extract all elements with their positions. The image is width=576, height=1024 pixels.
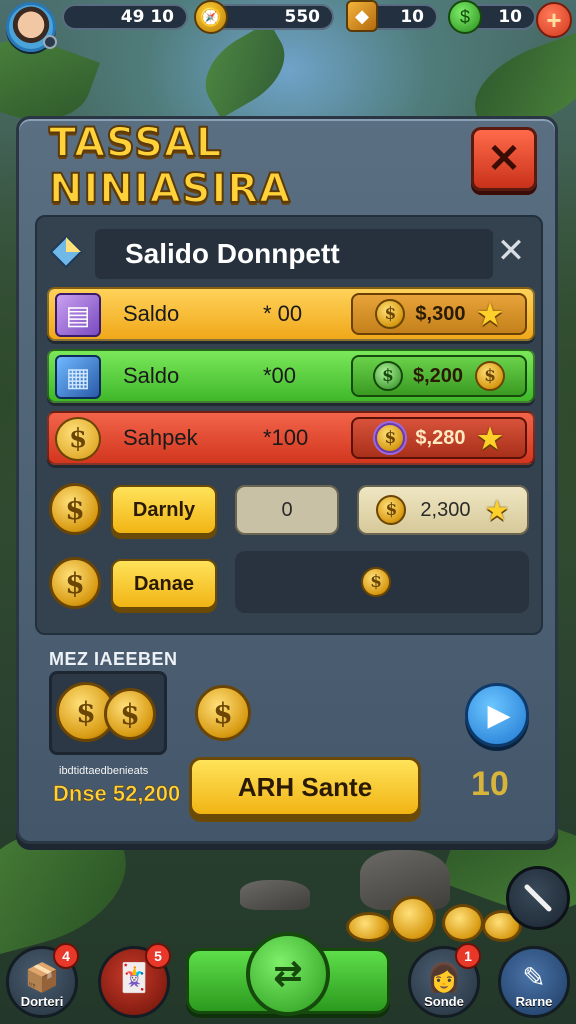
offer-row-1-label: Saldo: [123, 301, 180, 326]
cash-roll-icon: $: [372, 361, 403, 391]
star-icon: ★: [484, 494, 510, 526]
offer-row-1[interactable]: ▤ Saldo * 00 $ $,300 ★: [47, 287, 535, 341]
empty-slot: $: [235, 551, 529, 613]
offers-header-title: Salido Donnpett: [95, 229, 493, 279]
nav-sonde[interactable]: 👩 Sonde 1: [408, 943, 481, 1018]
pencil-icon: [524, 884, 552, 912]
coin-pack-card[interactable]: $ $: [49, 671, 167, 755]
daily-count-field: 0: [235, 485, 339, 535]
danae-button-label: Danae: [133, 572, 195, 595]
play-button[interactable]: ▶: [465, 683, 529, 747]
offer-row-3-price: $,280: [415, 426, 466, 449]
cards-icon: ▤: [55, 293, 101, 337]
coin-icon: $: [475, 361, 506, 391]
top-resource-bar: 49 10 550 🧭 10 ◆ 10 $ +: [0, 0, 576, 52]
nav-inventory[interactable]: 🃏 5: [98, 943, 171, 1018]
offer-row-2-price-button[interactable]: $ $,200 $: [351, 355, 527, 397]
dollar-badge-icon: $: [55, 417, 101, 461]
close-offers-button[interactable]: ✕: [491, 231, 531, 271]
nav-sonde-label: Sonde: [424, 994, 464, 1009]
edit-button[interactable]: [506, 866, 570, 930]
add-currency-button[interactable]: +: [536, 2, 572, 38]
section-label: MEZ IAEEBEN: [49, 649, 178, 669]
offer-row-2-price: $,200: [412, 364, 464, 387]
nav-rarne[interactable]: ✎ Rarne: [498, 946, 570, 1018]
nav-rarne-label: Rarne: [515, 994, 553, 1009]
resource-stat-4-value: 10: [498, 7, 522, 27]
coin-icon: $: [361, 567, 391, 597]
center-action-button[interactable]: ⇄: [246, 932, 330, 1016]
nav-dorteri[interactable]: 📦 Dorteri 4: [6, 943, 79, 1018]
pack-counter: 10: [471, 765, 509, 803]
offers-header: Salido Donnpett ✕: [43, 223, 537, 279]
notification-badge: 5: [145, 943, 171, 969]
notification-badge: 1: [455, 943, 481, 969]
resource-stat-2-value: 550: [284, 7, 321, 27]
daily-button[interactable]: Darnly: [111, 485, 217, 535]
close-panel-label: ✕: [487, 137, 521, 181]
offer-row-2-label: Saldo: [123, 363, 180, 388]
coin-stack-icon: $: [376, 495, 407, 525]
daily-price-button[interactable]: $ 2,300 ★: [357, 485, 529, 535]
resource-stat-1: 49 10: [62, 4, 188, 30]
panel-title: TASSAL NINIASIRA: [48, 119, 292, 213]
daily-count-value: 0: [281, 498, 293, 521]
map-icon: ▦: [55, 355, 101, 399]
offer-row-3[interactable]: $ Sahpek *100 $ $,280 ★: [47, 411, 535, 465]
close-offers-label: ✕: [496, 232, 526, 270]
shop-panel: TASSAL NINIASIRA ✕ Salido Donnpett ✕ ▤ S…: [16, 116, 558, 844]
daily-price: 2,300: [420, 498, 471, 521]
crate-icon: ◆: [346, 0, 378, 32]
purple-coin-icon: $: [375, 423, 406, 453]
coin-icon: $: [375, 299, 406, 329]
resource-stat-1-value: 49 10: [120, 7, 174, 27]
resource-stat-3-value: 10: [400, 7, 424, 27]
daily-button-label: Darnly: [132, 498, 196, 521]
cash-icon: ⇄: [273, 955, 303, 993]
cards-icon: 🃏: [116, 962, 152, 993]
coin-icon: $: [49, 557, 101, 609]
star-icon: ★: [477, 422, 503, 454]
compass-icon: 🧭: [194, 0, 228, 34]
add-currency-label: +: [546, 4, 562, 35]
offer-row-3-amount: *100: [263, 425, 309, 450]
coin-pile-icon: $: [104, 688, 156, 740]
buy-pack-button[interactable]: ARH Sante: [189, 757, 421, 817]
offer-row-3-label: Sahpek: [123, 425, 198, 450]
coin-icon: $: [195, 685, 251, 741]
offer-row-1-price-button[interactable]: $ $,300 ★: [351, 293, 527, 335]
offer-row-1-amount: * 00: [263, 301, 303, 326]
nav-dorteri-label: Dorteri: [20, 994, 64, 1009]
offers-container: Salido Donnpett ✕ ▤ Saldo * 00 $ $,300 ★…: [35, 215, 543, 635]
offer-row-3-price-button[interactable]: $ $,280 ★: [351, 417, 527, 459]
coin-pack-price: Dnse 52,200: [53, 781, 181, 807]
notification-badge: 4: [53, 943, 79, 969]
buy-pack-label: ARH Sante: [237, 771, 373, 802]
offer-row-1-price: $,300: [415, 302, 466, 325]
gem-icon: [49, 235, 83, 269]
avatar-status-icon: [43, 35, 57, 49]
pencil-icon: ✎: [522, 962, 546, 993]
coin-icon: $: [49, 483, 101, 535]
offer-row-2-amount: *00: [263, 363, 297, 388]
star-icon: ★: [477, 298, 503, 330]
bottom-navigation: 📦 Dorteri 4 🃏 5 ⇄ 👩 Sonde 1 ✎ Rarne: [0, 930, 576, 1024]
cash-icon: $: [448, 0, 482, 34]
character-icon: 👩: [426, 962, 462, 993]
rock-decoration: [240, 880, 310, 910]
coin-pack-subtitle: ibdtidtaedbenieats: [59, 765, 149, 777]
offer-row-2[interactable]: ▦ Saldo *00 $ $,200 $: [47, 349, 535, 403]
player-avatar[interactable]: [6, 2, 57, 52]
close-panel-button[interactable]: ✕: [471, 127, 537, 191]
danae-button[interactable]: Danae: [111, 559, 217, 609]
box-icon: 📦: [24, 962, 60, 993]
